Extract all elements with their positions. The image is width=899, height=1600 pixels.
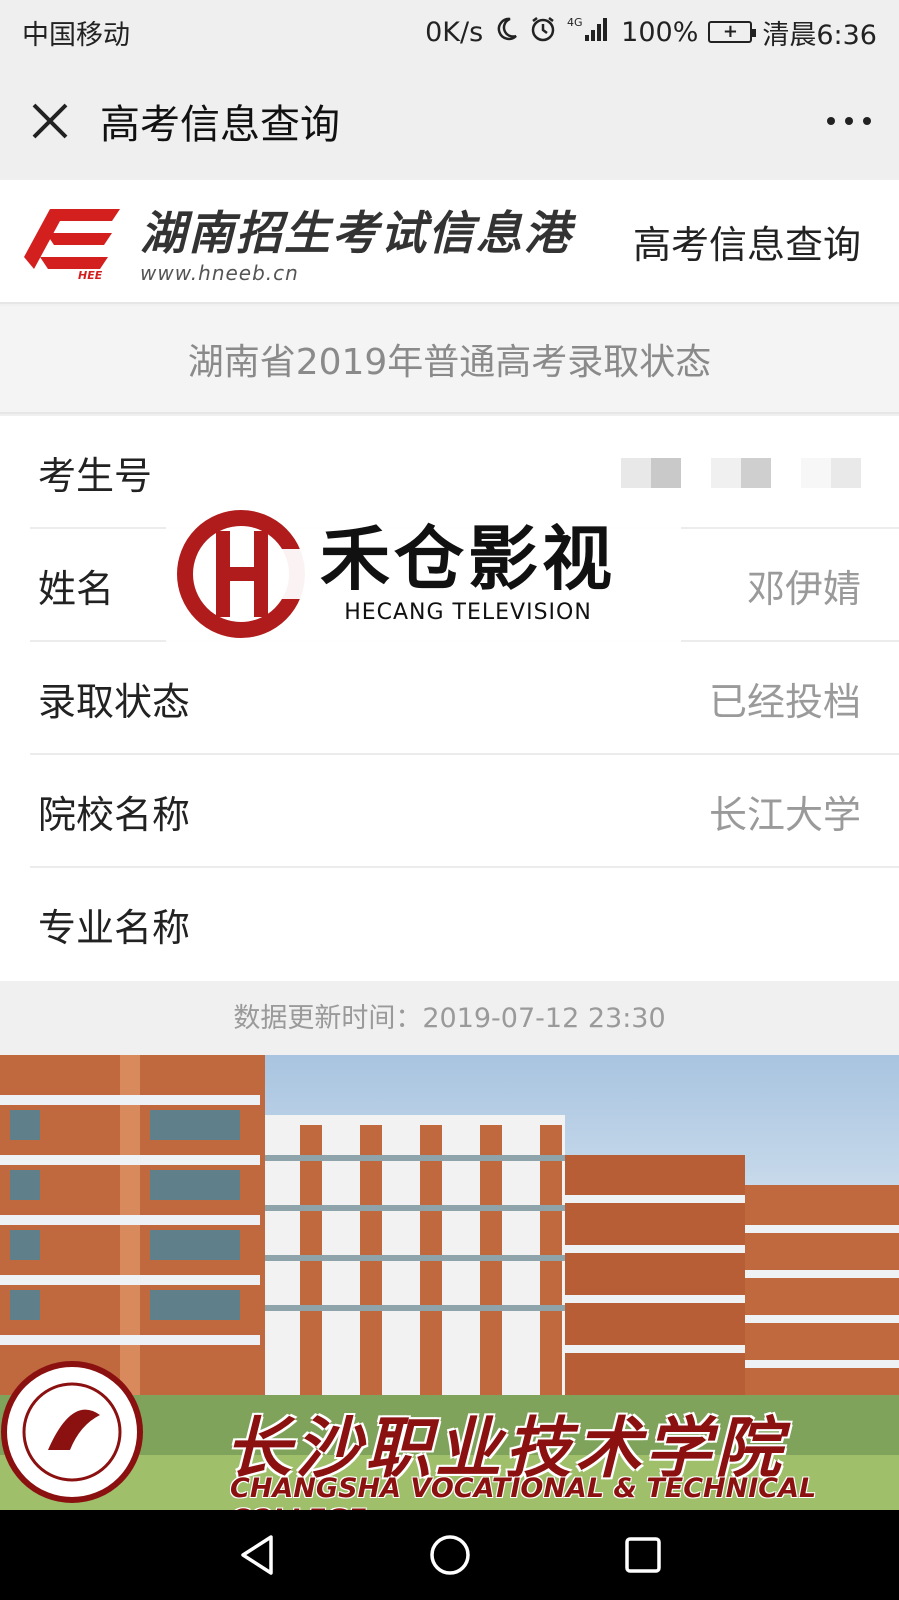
watermark-subtitle: HECANG TELEVISION <box>344 599 592 625</box>
svg-text:HEE: HEE <box>78 269 103 281</box>
header-page-link[interactable]: 高考信息查询 <box>633 214 861 269</box>
site-name: 湖南招生考试信息港 <box>140 206 572 260</box>
row-school-name: 院校名称 长江大学 <box>0 755 899 868</box>
page-title: 高考信息查询 <box>100 102 340 148</box>
college-banner[interactable]: 长沙职业技术学院 CHANGSHA VOCATIONAL & TECHNICAL… <box>0 1055 899 1510</box>
site-logo[interactable]: HEE 湖南招生考试信息港 www.hneeb.cn <box>20 197 572 285</box>
site-header: HEE 湖南招生考试信息港 www.hneeb.cn 高考信息查询 <box>0 180 899 304</box>
field-label: 姓名 <box>38 567 115 611</box>
home-button[interactable] <box>420 1525 480 1585</box>
field-value: 已经投档 <box>708 680 861 724</box>
field-value: 长江大学 <box>708 793 861 837</box>
network-speed: 0K/s <box>425 16 484 48</box>
svg-text:4G: 4G <box>567 16 583 29</box>
watermark-title: 禾仓影视 <box>320 517 616 600</box>
field-value: 邓伊婧 <box>746 567 861 611</box>
close-icon <box>32 103 68 139</box>
more-button[interactable] <box>799 64 899 178</box>
alarm-icon <box>529 15 557 50</box>
redacted-exam-number <box>621 457 861 488</box>
update-time: 数据更新时间：2019-07-12 23:30 <box>233 1002 666 1034</box>
carrier-label: 中国移动 <box>22 19 130 51</box>
battery-percent: 100% <box>621 16 699 48</box>
site-url: www.hneeb.cn <box>140 261 299 285</box>
home-circle-icon <box>429 1535 470 1575</box>
battery-icon: + <box>708 21 757 43</box>
status-right: 0K/s 4G 100% + 清晨6:36 <box>425 13 877 52</box>
field-label: 专业名称 <box>38 906 191 950</box>
result-subtitle: 湖南省2019年普通高考录取状态 <box>0 306 899 414</box>
field-label: 录取状态 <box>38 680 191 724</box>
close-button[interactable] <box>0 64 100 178</box>
banner-caption-en: CHANGSHA VOCATIONAL & TECHNICAL COLLEGE <box>230 1473 817 1510</box>
back-button[interactable] <box>227 1525 287 1585</box>
hee-logo-icon: HEE <box>20 201 132 282</box>
row-admission-status: 录取状态 已经投档 <box>0 642 899 755</box>
webview-topbar: 高考信息查询 <box>0 64 899 178</box>
recents-button[interactable] <box>613 1525 673 1585</box>
watermark-overlay: 禾仓影视 HECANG TELEVISION <box>166 500 681 648</box>
hecang-logo-icon <box>177 510 306 638</box>
status-bar: 中国移动 0K/s 4G 100% + 清晨6:36 <box>0 0 899 64</box>
field-label: 考生号 <box>38 454 153 498</box>
recents-square-icon <box>624 1537 661 1573</box>
signal-icon: 4G <box>567 15 611 50</box>
row-major-name: 专业名称 <box>0 868 899 981</box>
more-icon <box>827 117 871 125</box>
moon-icon <box>493 16 519 49</box>
system-nav-bar <box>0 1510 899 1600</box>
back-triangle-icon <box>240 1535 273 1575</box>
field-label: 院校名称 <box>38 793 191 837</box>
clock: 清晨6:36 <box>762 19 877 51</box>
